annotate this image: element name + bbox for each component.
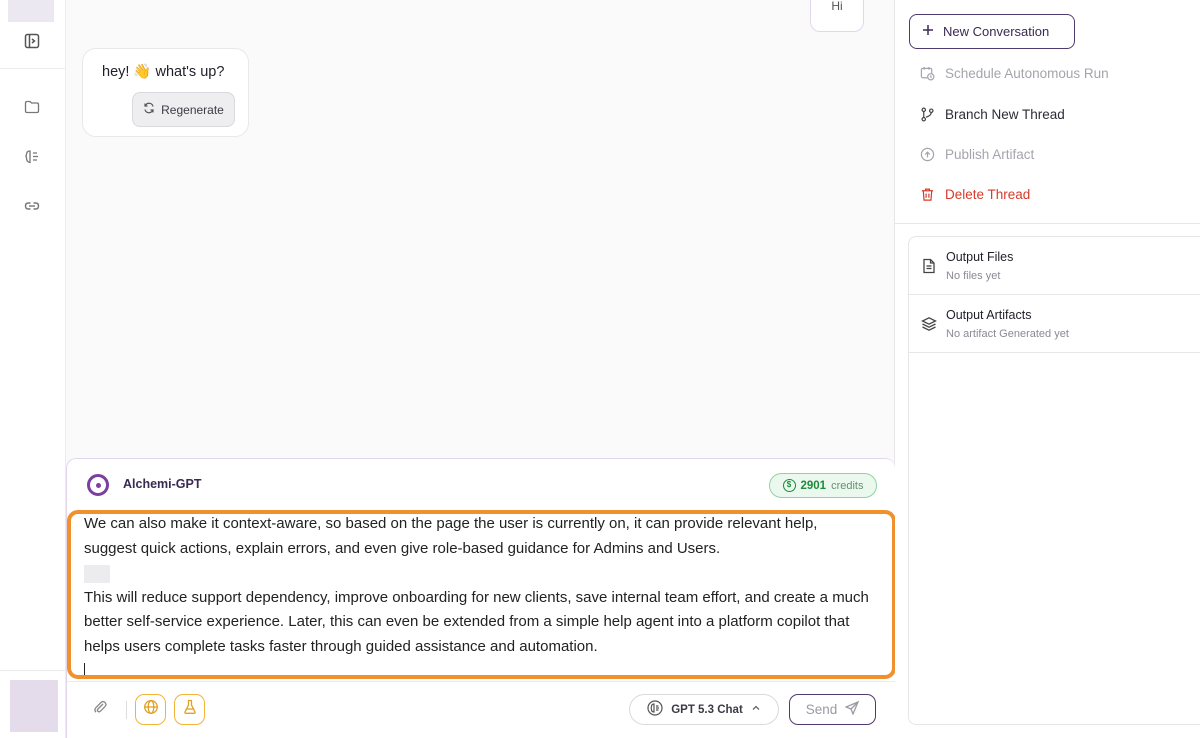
message-paragraph-1: We can also make it context-aware, so ba… (84, 515, 818, 557)
file-icon (921, 258, 937, 274)
rail-top-block (8, 0, 54, 22)
paper-plane-icon (844, 700, 860, 718)
attach-button[interactable] (89, 694, 111, 725)
output-artifacts-subtitle: No artifact Generated yet (946, 328, 1069, 340)
brain-icon[interactable] (20, 145, 44, 169)
credits-badge: $ 2901 credits (769, 473, 877, 498)
blank-line (84, 561, 874, 586)
outputs-card: Output Files No files yet Output Artifac… (908, 236, 1200, 725)
upload-circle-icon (919, 146, 935, 162)
git-branch-icon (919, 106, 935, 122)
lab-toggle[interactable] (174, 694, 205, 725)
regenerate-label: Regenerate (161, 102, 224, 117)
output-files-subtitle: No files yet (946, 270, 1001, 282)
message-input-content[interactable]: We can also make it context-aware, so ba… (84, 514, 874, 675)
send-label: Send (805, 702, 838, 717)
new-conversation-label: New Conversation (943, 24, 1050, 39)
new-conversation-button[interactable]: New Conversation (909, 14, 1075, 49)
credits-label: credits (831, 479, 864, 492)
layers-icon (921, 316, 937, 332)
text-caret (84, 662, 85, 675)
plus-icon (922, 24, 934, 39)
model-selector[interactable]: GPT 5.3 Chat (629, 694, 779, 725)
model-brain-icon (647, 700, 663, 719)
delete-thread-label: Delete Thread (945, 186, 1031, 202)
message-paragraph-2: This will reduce support dependency, imp… (84, 588, 869, 655)
output-files-title: Output Files (946, 250, 1014, 264)
output-artifacts-title: Output Artifacts (946, 308, 1032, 322)
composer: Alchemi-GPT $ 2901 credits We can also m… (66, 458, 896, 738)
publish-artifact-label: Publish Artifact (945, 146, 1035, 162)
output-artifacts-row[interactable]: Output Artifacts No artifact Generated y… (909, 295, 1200, 353)
right-panel: New Conversation Schedule Autonomous Run… (895, 0, 1200, 738)
sidebar-toggle-icon[interactable] (20, 29, 44, 53)
link-icon[interactable] (20, 194, 44, 218)
branch-new-thread-label: Branch New Thread (945, 106, 1065, 122)
send-button[interactable]: Send (789, 694, 876, 725)
web-search-toggle[interactable] (135, 694, 166, 725)
message-input[interactable]: We can also make it context-aware, so ba… (67, 510, 896, 679)
toolbar-divider (67, 681, 896, 682)
delete-thread-item[interactable]: Delete Thread (919, 183, 1030, 205)
paperclip-icon (92, 699, 108, 720)
flask-icon (182, 699, 198, 720)
chevron-up-icon (751, 703, 761, 716)
model-label: GPT 5.3 Chat (671, 703, 743, 716)
chat-area: Hi hey! 👋 what's up? Regenerate Alchemi-… (66, 0, 896, 738)
calendar-clock-icon (919, 65, 935, 81)
assistant-message-bubble: hey! 👋 what's up? Regenerate (82, 48, 249, 137)
publish-artifact-item[interactable]: Publish Artifact (919, 143, 1034, 165)
globe-icon (143, 699, 159, 720)
trash-icon (919, 186, 935, 202)
branch-new-thread-item[interactable]: Branch New Thread (919, 103, 1065, 125)
folder-icon[interactable] (20, 95, 44, 119)
coin-icon: $ (782, 479, 796, 492)
panel-divider (895, 223, 1200, 224)
agent-logo-icon (87, 474, 109, 496)
rail-divider (0, 68, 66, 69)
credits-value: 2901 (800, 479, 827, 492)
toolbar-separator (126, 701, 127, 719)
user-avatar[interactable] (10, 680, 58, 732)
left-rail (0, 0, 66, 738)
rail-bottom-divider (0, 670, 66, 671)
assistant-message-text: hey! 👋 what's up? (102, 64, 225, 80)
agent-name: Alchemi-GPT (123, 477, 202, 491)
refresh-icon (143, 102, 155, 117)
output-files-row[interactable]: Output Files No files yet (909, 237, 1200, 295)
user-message-bubble: Hi (810, 0, 864, 32)
regenerate-button[interactable]: Regenerate (132, 92, 235, 127)
schedule-autonomous-run-label: Schedule Autonomous Run (945, 65, 1109, 81)
schedule-autonomous-run-item[interactable]: Schedule Autonomous Run (919, 62, 1109, 84)
